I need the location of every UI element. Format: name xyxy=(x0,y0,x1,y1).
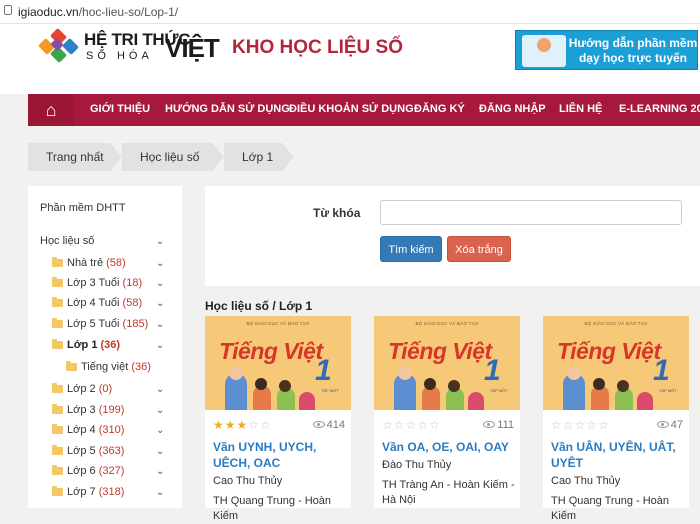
chevron-down-icon[interactable]: ⌄ xyxy=(156,278,164,289)
nav-item-dieu-khoan[interactable]: ĐIỀU KHOẢN SỬ DỤNG xyxy=(289,103,414,115)
card-author: Cao Thu Thủy xyxy=(213,475,283,487)
sidebar-item-phan-mem[interactable]: Phần mềm DHTT xyxy=(40,202,126,214)
children-illustration xyxy=(374,366,520,410)
category-sidebar: Phần mềm DHTT Học liệu số ⌄ Nhà trẻ (58)… xyxy=(28,186,182,508)
chevron-down-icon[interactable]: ⌄ xyxy=(156,487,164,498)
book-cover-image[interactable]: BỘ GIÁO DỤC VÀ ĐÀO TẠO Tiếng Việt 1 TẬP … xyxy=(205,316,351,410)
chevron-down-icon[interactable]: ⌄ xyxy=(156,319,164,330)
breadcrumb-item-home[interactable]: Trang nhất xyxy=(28,143,122,171)
folder-icon xyxy=(52,486,63,496)
sidebar-item-lop-7[interactable]: Lớp 7 (318) xyxy=(52,486,124,498)
eye-icon xyxy=(483,421,496,428)
sidebar-item-lop-1[interactable]: Lớp 1 (36) xyxy=(52,339,120,351)
keyword-label: Từ khóa xyxy=(313,206,361,220)
card-title-link[interactable]: Vần UÂN, UYÊN, UÂT, UYÊT xyxy=(551,439,685,471)
folder-icon xyxy=(52,318,63,328)
chevron-down-icon[interactable]: ⌄ xyxy=(156,384,164,395)
nav-item-elearning[interactable]: E-LEARNING 2021 xyxy=(619,103,700,115)
folder-icon xyxy=(52,424,63,434)
card-author: Đào Thu Thủy xyxy=(382,459,452,471)
view-count: 111 xyxy=(483,419,514,431)
breadcrumb-item-hoc-lieu-so[interactable]: Học liệu số xyxy=(122,143,224,171)
search-button[interactable]: Tìm kiếm xyxy=(380,236,442,262)
sidebar-item-lop-4[interactable]: Lớp 4 (310) xyxy=(52,424,124,436)
book-cover-image[interactable]: BỘ GIÁO DỤC VÀ ĐÀO TẠO Tiếng Việt 1 TẬP … xyxy=(543,316,689,410)
resource-card[interactable]: BỘ GIÁO DỤC VÀ ĐÀO TẠO Tiếng Việt 1 TẬP … xyxy=(374,316,520,508)
keyword-input[interactable] xyxy=(380,200,682,225)
children-illustration xyxy=(205,366,351,410)
children-illustration xyxy=(543,366,689,410)
breadcrumb-item-lop-1[interactable]: Lớp 1 xyxy=(224,143,294,171)
chevron-down-icon[interactable]: ⌄ xyxy=(156,236,164,247)
banner-text: Hướng dẫn phần mềm dạy học trực tuyến xyxy=(568,36,698,65)
rating-stars: ☆☆☆☆☆ xyxy=(551,418,610,432)
folder-open-icon xyxy=(66,361,77,371)
rating-stars: ★★★☆☆ xyxy=(213,418,272,432)
chevron-down-icon[interactable]: ⌄ xyxy=(156,298,164,309)
nav-item-gioi-thieu[interactable]: GIỚI THIỆU xyxy=(90,103,150,115)
url-text[interactable]: igiaoduc.vn/hoc-lieu-so/Lop-1/ xyxy=(18,5,178,19)
folder-icon xyxy=(52,404,63,414)
sidebar-item-lop-3-tuoi[interactable]: Lớp 3 Tuổi (18) xyxy=(52,277,142,289)
nav-item-dang-ky[interactable]: ĐĂNG KÝ xyxy=(414,103,465,115)
chevron-down-icon[interactable]: ⌄ xyxy=(156,340,164,351)
nav-item-lien-he[interactable]: LIÊN HỆ xyxy=(559,103,602,115)
lock-icon xyxy=(4,5,12,15)
home-icon: ⌂ xyxy=(45,100,57,120)
brand-line2: SỐ HÓA xyxy=(86,50,153,62)
sidebar-item-lop-6[interactable]: Lớp 6 (327) xyxy=(52,465,124,477)
sidebar-item-lop-5-tuoi[interactable]: Lớp 5 Tuổi (185) xyxy=(52,318,148,330)
card-title-link[interactable]: Vần OA, OE, OAI, OAY xyxy=(382,439,516,455)
eye-icon xyxy=(656,421,669,428)
view-count: 47 xyxy=(656,419,683,431)
clear-button[interactable]: Xóa trắng xyxy=(447,236,511,262)
url-path: /hoc-lieu-so/Lop-1/ xyxy=(78,5,179,19)
card-school: TH Quang Trung - Hoàn Kiếm xyxy=(551,495,670,522)
url-host: igiaoduc.vn xyxy=(18,5,79,19)
folder-open-icon xyxy=(52,339,63,349)
folder-icon xyxy=(52,277,63,287)
search-panel: Từ khóa Tìm kiếm Xóa trắng xyxy=(205,186,700,286)
sidebar-item-tieng-viet[interactable]: Tiếng việt (36) xyxy=(66,361,151,373)
resource-card[interactable]: BỘ GIÁO DỤC VÀ ĐÀO TẠO Tiếng Việt 1 TẬP … xyxy=(543,316,689,522)
teacher-illustration-icon xyxy=(522,35,566,67)
sidebar-item-lop-3[interactable]: Lớp 3 (199) xyxy=(52,404,124,416)
book-cover-image[interactable]: BỘ GIÁO DỤC VÀ ĐÀO TẠO Tiếng Việt 1 TẬP … xyxy=(374,316,520,410)
view-count: 414 xyxy=(312,419,345,431)
sidebar-item-lop-4-tuoi[interactable]: Lớp 4 Tuổi (58) xyxy=(52,297,142,309)
brand-big-text: VIỆT xyxy=(165,33,220,63)
address-bar[interactable]: igiaoduc.vn/hoc-lieu-so/Lop-1/ xyxy=(0,0,700,24)
site-logo-icon[interactable] xyxy=(38,27,80,65)
resource-card[interactable]: BỘ GIÁO DỤC VÀ ĐÀO TẠO Tiếng Việt 1 TẬP … xyxy=(205,316,351,522)
sidebar-group-hoc-lieu-so[interactable]: Học liệu số xyxy=(40,235,94,247)
eye-icon xyxy=(312,421,325,428)
folder-icon xyxy=(52,257,63,267)
sidebar-item-lop-5[interactable]: Lớp 5 (363) xyxy=(52,445,124,457)
nav-home-button[interactable]: ⌂ xyxy=(28,94,74,126)
chevron-down-icon[interactable]: ⌄ xyxy=(156,405,164,416)
chevron-down-icon[interactable]: ⌄ xyxy=(156,258,164,269)
site-title: KHO HỌC LIỆU SỐ xyxy=(232,37,404,58)
card-author: Cao Thu Thủy xyxy=(551,475,621,487)
chevron-down-icon[interactable]: ⌄ xyxy=(156,446,164,457)
card-school: TH Tràng An - Hoàn Kiếm - Hà Nội xyxy=(382,479,515,506)
nav-item-dang-nhap[interactable]: ĐĂNG NHẬP xyxy=(479,103,546,115)
section-title: Học liệu số / Lớp 1 xyxy=(205,299,313,313)
nav-item-huong-dan[interactable]: HƯỚNG DẪN SỬ DỤNG xyxy=(165,103,290,115)
guide-banner[interactable]: Hướng dẫn phần mềm dạy học trực tuyến xyxy=(515,30,698,70)
sidebar-item-nha-tre[interactable]: Nhà trẻ (58) xyxy=(52,257,126,269)
card-school: TH Quang Trung - Hoàn Kiếm xyxy=(213,495,332,522)
card-title-link[interactable]: Vần UYNH, UYCH, UÊCH, OAC xyxy=(213,439,347,471)
folder-icon xyxy=(52,383,63,393)
folder-icon xyxy=(52,465,63,475)
sidebar-item-lop-2[interactable]: Lớp 2 (0) xyxy=(52,383,112,395)
folder-icon xyxy=(52,445,63,455)
chevron-down-icon[interactable]: ⌄ xyxy=(156,425,164,436)
main-nav: ⌂ GIỚI THIỆU HƯỚNG DẪN SỬ DỤNG ĐIỀU KHOẢ… xyxy=(28,94,700,126)
rating-stars: ☆☆☆☆☆ xyxy=(382,418,441,432)
chevron-down-icon[interactable]: ⌄ xyxy=(156,466,164,477)
folder-icon xyxy=(52,297,63,307)
